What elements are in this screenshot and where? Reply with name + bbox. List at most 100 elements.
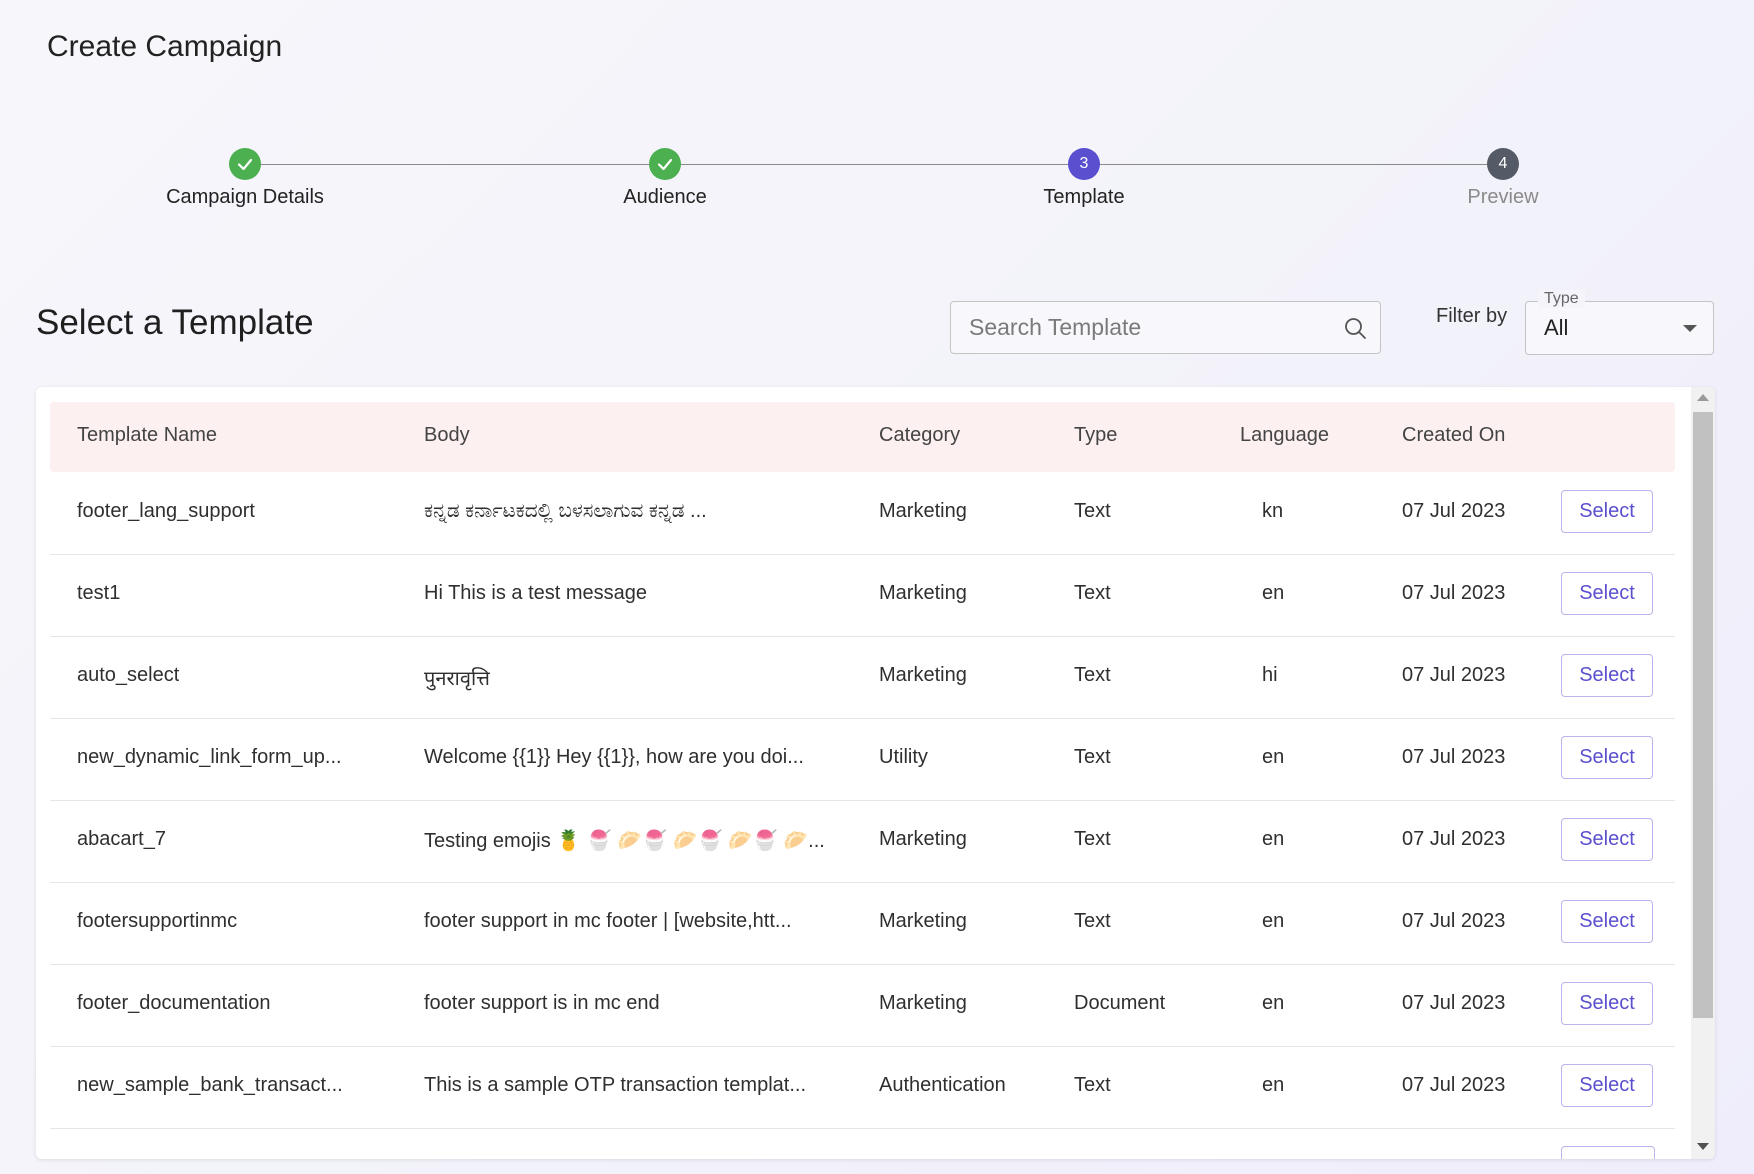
type-value: All <box>1544 315 1569 340</box>
step-label: Campaign Details <box>166 186 324 208</box>
template-table: Template Name Body Category Type Language Cre… <box>36 387 1715 1159</box>
scroll-up-arrow-icon[interactable] <box>1697 394 1709 401</box>
search-box <box>950 301 1381 354</box>
cell-template-name: footer_lang_support <box>77 500 255 522</box>
chevron-down-icon <box>1683 325 1697 332</box>
cell-template-name: new_sample_bank_transact... <box>77 1074 343 1096</box>
cell-body: ಕನ್ನಡ ಕರ್ನಾಟಕದಲ್ಲಿ ಬಳಸಲಾಗುವ ಕನ್ನಡ ... <box>424 500 707 522</box>
cell-body: This is a sample OTP transaction templat… <box>424 1074 807 1096</box>
cell-type: Text <box>1074 1074 1111 1096</box>
cell-created-on: 07 Jul 2023 <box>1402 910 1506 932</box>
cell-type: Text <box>1074 910 1111 932</box>
step-campaign-details: Campaign Details <box>115 148 375 209</box>
cell-body: Hi This is a test message <box>424 582 648 604</box>
cell-category: Marketing <box>879 828 967 850</box>
cell-created-on: 07 Jul 2023 <box>1402 828 1506 850</box>
cell-language: en <box>1262 828 1285 850</box>
cell-language: en <box>1262 746 1285 768</box>
cell-created-on: 07 Jul 2023 <box>1402 1074 1506 1096</box>
select-template-button[interactable]: Select <box>1561 490 1653 533</box>
filter-label: Filter by <box>1436 305 1508 327</box>
table-row: auto_select पुनरावृत्ति Marketing Text hi 07 … <box>50 636 1675 719</box>
cell-language: hi <box>1262 664 1278 686</box>
cell-body: Welcome {{1}} Hey {{1}}, how are you doi… <box>424 746 804 768</box>
table-row: abacart_7 Testing emojis 🍍 🍧 🥟🍧 🥟🍧 🥟🍧 🥟..… <box>50 800 1675 883</box>
cell-category: Utility <box>879 746 928 768</box>
cell-body: footer support is in mc end <box>424 992 660 1014</box>
table-header: Template Name Body Category Type Language Cre… <box>50 402 1675 472</box>
cell-type: Text <box>1074 500 1111 522</box>
cell-category: Marketing <box>879 992 967 1014</box>
table-row: new_sample_bank_transact... This is a sam… <box>50 1046 1675 1129</box>
select-template-button[interactable]: Select <box>1561 1064 1653 1107</box>
cell-type: Document <box>1074 992 1166 1014</box>
section-title: Select a Template <box>36 303 314 342</box>
cell-body: पुनरावृत्ति <box>424 668 490 690</box>
column-header-template-name[interactable]: Template Name <box>77 424 217 447</box>
cell-created-on: 07 Jul 2023 <box>1402 500 1506 522</box>
step-label: Audience <box>623 186 707 208</box>
select-template-button-partial[interactable] <box>1561 1146 1655 1159</box>
scroll-down-arrow-icon[interactable] <box>1697 1143 1709 1150</box>
cell-created-on: 07 Jul 2023 <box>1402 992 1506 1014</box>
cell-category: Marketing <box>879 664 967 686</box>
search-icon[interactable] <box>1343 316 1367 340</box>
cell-template-name: auto_select <box>77 664 180 686</box>
cell-type: Text <box>1074 582 1111 604</box>
step-preview: 4 Preview <box>1373 148 1633 209</box>
column-header-created-on[interactable]: Created On <box>1402 424 1505 447</box>
cell-language: en <box>1262 1074 1285 1096</box>
cell-template-name: test1 <box>77 582 121 604</box>
select-template-button[interactable]: Select <box>1561 572 1653 615</box>
cell-category: Marketing <box>879 582 967 604</box>
step-audience: Audience <box>535 148 795 209</box>
step-number: 3 <box>1068 148 1100 180</box>
cell-created-on: 07 Jul 2023 <box>1402 746 1506 768</box>
type-legend: Type <box>1538 290 1585 308</box>
select-template-button[interactable]: Select <box>1561 818 1653 861</box>
step-template: 3 Template <box>954 148 1214 209</box>
table-row: new_dynamic_link_form_up... Welcome {{1}}… <box>50 718 1675 801</box>
cell-language: en <box>1262 582 1285 604</box>
cell-created-on: 07 Jul 2023 <box>1402 582 1506 604</box>
column-header-type[interactable]: Type <box>1074 424 1117 447</box>
cell-body: Testing emojis 🍍 🍧 🥟🍧 🥟🍧 🥟🍧 🥟... <box>424 830 825 852</box>
select-template-button[interactable]: Select <box>1561 736 1653 779</box>
cell-category: Marketing <box>879 910 967 932</box>
cell-created-on: 07 Jul 2023 <box>1402 664 1506 686</box>
cell-category: Marketing <box>879 500 967 522</box>
cell-template-name: abacart_7 <box>77 828 166 850</box>
column-header-language[interactable]: Language <box>1240 424 1329 447</box>
table-row: test1 Hi This is a test message Marketing T… <box>50 554 1675 637</box>
table-row: footer_documentation footer support is in… <box>50 964 1675 1047</box>
search-input[interactable] <box>951 302 1357 353</box>
table-row-partial <box>50 1128 1675 1159</box>
cell-language: en <box>1262 910 1285 932</box>
step-number: 4 <box>1487 148 1519 180</box>
table-row: footersupportinmc footer support in mc fo… <box>50 882 1675 965</box>
cell-language: en <box>1262 992 1285 1014</box>
step-label: Preview <box>1467 186 1539 208</box>
select-template-button[interactable]: Select <box>1561 900 1653 943</box>
check-icon <box>229 148 261 180</box>
cell-language: kn <box>1262 500 1284 522</box>
cell-body: footer support in mc footer | [website,h… <box>424 910 792 932</box>
page-title: Create Campaign <box>47 30 283 63</box>
column-header-category[interactable]: Category <box>879 424 960 447</box>
scroll-thumb[interactable] <box>1693 412 1713 1018</box>
check-icon <box>649 148 681 180</box>
cell-type: Text <box>1074 664 1111 686</box>
cell-template-name: footersupportinmc <box>77 910 238 932</box>
step-label: Template <box>1043 186 1125 208</box>
vertical-scrollbar[interactable] <box>1691 387 1715 1159</box>
select-template-button[interactable]: Select <box>1561 982 1653 1025</box>
cell-template-name: footer_documentation <box>77 992 271 1014</box>
type-select[interactable]: Type All <box>1525 290 1714 355</box>
campaign-stepper: Campaign Details Audience 3 Template 4 Previe… <box>0 148 1754 228</box>
cell-type: Text <box>1074 828 1111 850</box>
cell-template-name: new_dynamic_link_form_up... <box>77 746 342 768</box>
column-header-body[interactable]: Body <box>424 424 470 447</box>
select-template-button[interactable]: Select <box>1561 654 1653 697</box>
cell-category: Authentication <box>879 1074 1006 1096</box>
table-row: footer_lang_support ಕನ್ನಡ ಕರ್ನಾಟಕದಲ್ಲಿ ಬಳ… <box>50 472 1675 555</box>
